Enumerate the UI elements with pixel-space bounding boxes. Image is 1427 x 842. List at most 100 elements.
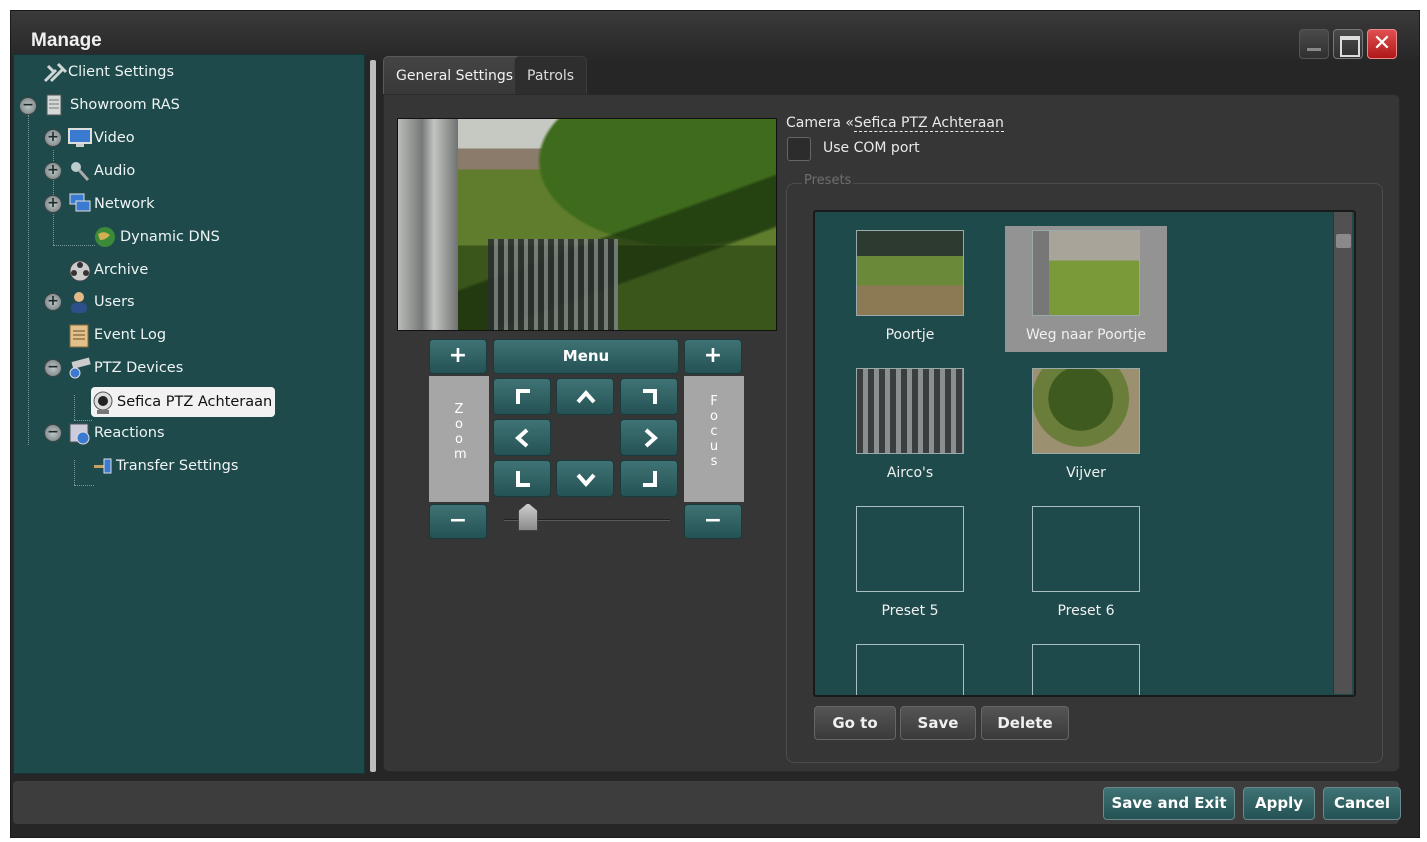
tree-item-showroom-ras[interactable]: Showroom RAS [44,92,180,118]
tree-item-label: Audio [94,163,136,179]
preset-label: Weg naar Poortje [1025,327,1147,343]
tree-item-label: Sefica PTZ Achteraan [117,394,273,410]
preset-item[interactable]: Weg naar Poortje [1005,226,1167,352]
preset-thumbnail [856,644,964,695]
goto-preset-button[interactable]: Go to [814,706,896,740]
server-icon [44,94,66,116]
tree-item-client-settings[interactable]: Client Settings [42,59,174,85]
log-icon [68,324,90,348]
tilt-down-button[interactable] [556,460,614,497]
tree-item-label: PTZ Devices [94,360,184,376]
preset-thumbnail [1032,230,1140,316]
tree-item-event-log[interactable]: Event Log [68,322,166,348]
focus-in-button[interactable]: + [684,339,742,374]
preset-item[interactable]: Preset 5 [829,502,991,628]
preset-thumbnail [856,506,964,592]
tree-item-users[interactable]: Users [68,289,135,315]
pan-up-right-button[interactable] [620,378,678,415]
tree-item-reactions[interactable]: Reactions [68,420,165,446]
expand-icon[interactable]: + [44,129,62,147]
use-com-port-checkbox[interactable] [787,137,811,161]
zoom-in-button[interactable]: + [429,339,487,374]
tree-item-transfer-settings[interactable]: Transfer Settings [94,453,238,479]
focus-out-button[interactable]: − [684,504,742,539]
expand-icon[interactable]: + [44,195,62,213]
tree-item-dynamic-dns[interactable]: Dynamic DNS [94,224,220,250]
presets-scrollbar[interactable] [1333,212,1352,694]
tree-item-ptz-devices[interactable]: PTZ Devices [68,355,183,381]
tab-general-settings[interactable]: General Settings [383,56,527,94]
expand-icon[interactable]: + [44,162,62,180]
save-and-exit-button[interactable]: Save and Exit [1103,787,1235,820]
apply-button[interactable]: Apply [1243,787,1315,820]
settings-tree: Client Settings − Showroom RAS + Video +… [13,54,365,774]
collapse-icon[interactable]: − [44,359,62,377]
speed-slider-thumb[interactable] [518,503,538,531]
preset-thumbnail [856,368,964,454]
tree-item-network[interactable]: Network [68,191,155,217]
tree-item-audio[interactable]: Audio [68,158,135,184]
preset-item[interactable]: Preset 6 [1005,502,1167,628]
tree-item-video[interactable]: Video [68,125,135,151]
collapse-icon[interactable]: − [44,424,62,442]
scrollbar-thumb[interactable] [1336,234,1351,248]
tree-item-label: Users [94,294,135,310]
tilt-up-button[interactable] [556,378,614,415]
menu-button[interactable]: Menu [493,339,679,374]
preset-item[interactable] [829,640,991,695]
pan-right-button[interactable] [620,419,678,456]
expand-icon[interactable]: + [44,293,62,311]
preset-label: Preset 6 [1057,603,1115,619]
webcam-icon [91,391,113,414]
arrow-up-left-icon [516,389,530,404]
preset-label: Vijver [1066,465,1106,481]
save-preset-button[interactable]: Save [900,706,976,740]
tree-item-label: Network [94,196,155,212]
tree-item-label: Client Settings [68,64,175,80]
window-title: Manage [31,30,102,51]
camera-name: Sefica PTZ Achteraan [853,115,1004,132]
tab-patrols[interactable]: Patrols [514,56,588,94]
tools-icon [42,61,68,83]
preset-item[interactable] [1005,640,1167,695]
pan-down-right-button[interactable] [620,460,678,497]
panel-splitter[interactable] [370,60,376,772]
preset-label: Preset 5 [881,603,939,619]
delete-preset-button[interactable]: Delete [981,706,1069,740]
settings-panel: General Settings Patrols + Menu + Z o o … [383,54,1400,772]
preset-item[interactable]: Poortje [829,226,991,352]
globe-icon [94,226,116,248]
tree-item-label: Archive [94,262,149,278]
pan-down-left-button[interactable] [493,460,551,497]
focus-label: F o c u s [684,376,744,502]
tree-item-label: Dynamic DNS [120,229,220,245]
cancel-button[interactable]: Cancel [1323,787,1401,820]
tree-item-sefica-ptz-achteraan[interactable]: Sefica PTZ Achteraan [91,387,276,417]
users-icon [68,291,90,313]
monitor-icon [68,127,92,149]
reactions-icon [68,422,90,445]
tree-item-label: Transfer Settings [116,458,239,474]
collapse-icon[interactable]: − [19,97,37,115]
zoom-label: Z o o m [429,376,489,502]
camera-preview [397,118,777,331]
tree-item-label: Video [94,130,135,146]
arrow-left-icon [514,428,529,448]
arrow-right-icon [644,428,659,448]
arrow-down-icon [576,473,596,488]
pan-left-button[interactable] [493,419,551,456]
camera-label: Camera «Sefica PTZ Achteraan [786,115,1004,132]
zoom-out-button[interactable]: − [429,504,487,539]
transfer-icon [94,455,112,477]
arrow-down-right-icon [643,471,657,487]
preset-item[interactable]: Vijver [1005,364,1167,490]
film-reel-icon [68,259,91,282]
network-icon [68,193,91,215]
tree-item-archive[interactable]: Archive [68,257,148,283]
preset-thumbnail [1032,506,1140,592]
presets-list: Poortje Weg naar Poortje Airco's Vijver … [813,210,1356,697]
pan-up-left-button[interactable] [493,378,551,415]
preset-item[interactable]: Airco's [829,364,991,490]
preset-thumbnail [856,230,964,316]
microphone-icon [68,160,90,182]
